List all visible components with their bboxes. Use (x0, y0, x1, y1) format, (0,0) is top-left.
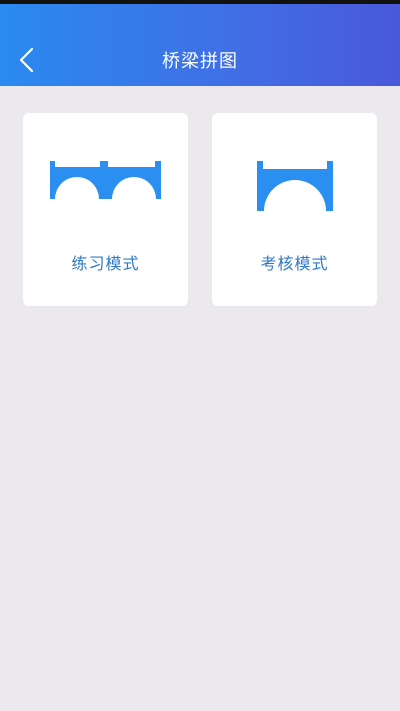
practice-mode-card[interactable]: 练习模式 (23, 113, 188, 306)
exam-mode-card[interactable]: 考核模式 (212, 113, 377, 306)
app-header: 桥梁拼图 (0, 4, 400, 86)
single-arch-bridge-icon (212, 161, 377, 211)
page-title: 桥梁拼图 (162, 51, 238, 72)
exam-mode-label: 考核模式 (260, 254, 329, 273)
practice-mode-label: 练习模式 (71, 254, 140, 273)
double-arch-bridge-icon (23, 161, 188, 199)
